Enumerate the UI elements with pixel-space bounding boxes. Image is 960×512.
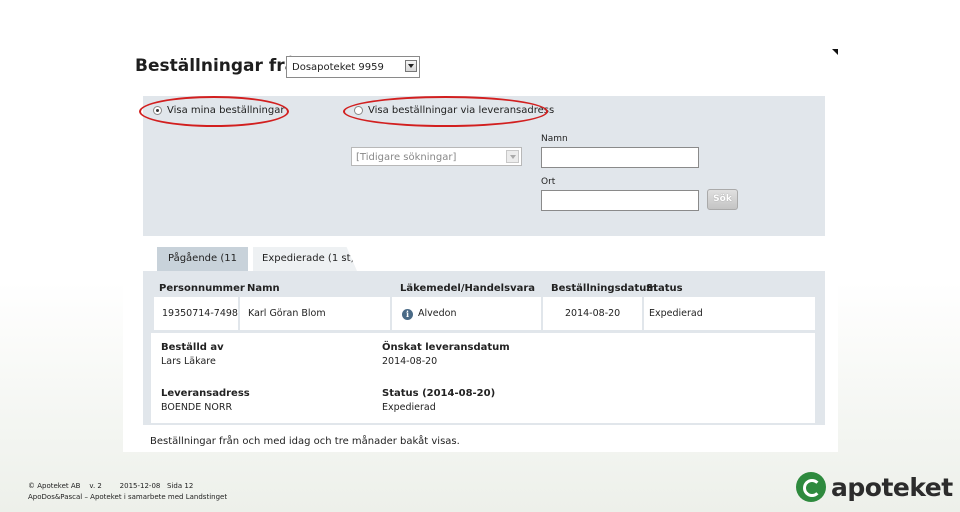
highlight-ring-via-address [343,96,548,127]
pharmacy-select-value: Dosapoteket 9959 [292,62,384,73]
tab-pagaende[interactable]: Pågående (11 st) [157,247,248,288]
cell-lakemedel-text: Alvedon [418,308,457,319]
chevron-down-icon[interactable] [506,150,519,163]
address-label: Leveransadress [161,388,250,399]
header-lakemedel: Läkemedel/Handelsvara [400,283,536,294]
desired-date-label: Önskat leveransdatum [382,342,510,353]
apoteket-logo-icon [796,472,826,502]
status-date-value: Expedierad [382,402,436,413]
chevron-down-icon[interactable] [405,60,417,72]
previous-searches-select[interactable]: [Tidigare sökningar] [351,147,522,166]
address-value: BOENDE NORR [161,402,233,413]
ordered-by-label: Beställd av [161,342,224,353]
footer-line-1: © Apoteket AB v. 2 2015-12-08 Sida 12 [28,482,194,490]
status-date-label: Status (2014-08-20) [382,388,496,399]
cell-datum[interactable]: 2014-08-20 [543,297,642,330]
apoteket-logo: apoteket [796,472,953,502]
search-button[interactable]: Sök [707,189,738,210]
previous-searches-value: [Tidigare sökningar] [356,152,457,163]
city-input[interactable] [541,190,699,211]
header-personnummer: Personnummer [159,283,245,294]
header-namn: Namn [247,283,280,294]
name-label: Namn [541,134,568,144]
header-status: Status [646,283,683,294]
name-input[interactable] [541,147,699,168]
ordered-by-value: Lars Läkare [161,356,216,367]
cell-status[interactable]: Expedierad [644,297,815,330]
info-icon[interactable]: i [402,309,413,320]
cell-personnummer[interactable]: 19350714-7498 [154,297,238,330]
page-title: Beställningar från [135,56,309,76]
pharmacy-select[interactable]: Dosapoteket 9959 [286,56,420,78]
header-datum: Beställningsdatum [551,283,657,294]
tab-expedierade[interactable]: Expedierade (1 st) [253,247,357,271]
apoteket-logo-text: apoteket [831,472,953,502]
desired-date-value: 2014-08-20 [382,356,438,367]
footnote: Beställningar från och med idag och tre … [150,436,460,447]
cell-lakemedel[interactable]: i Alvedon [392,297,541,330]
highlight-ring-my-orders [139,96,289,127]
city-label: Ort [541,177,556,187]
footer-line-2: ApoDos&Pascal – Apoteket i samarbete med… [28,493,228,501]
cell-namn[interactable]: Karl Göran Blom [240,297,390,330]
